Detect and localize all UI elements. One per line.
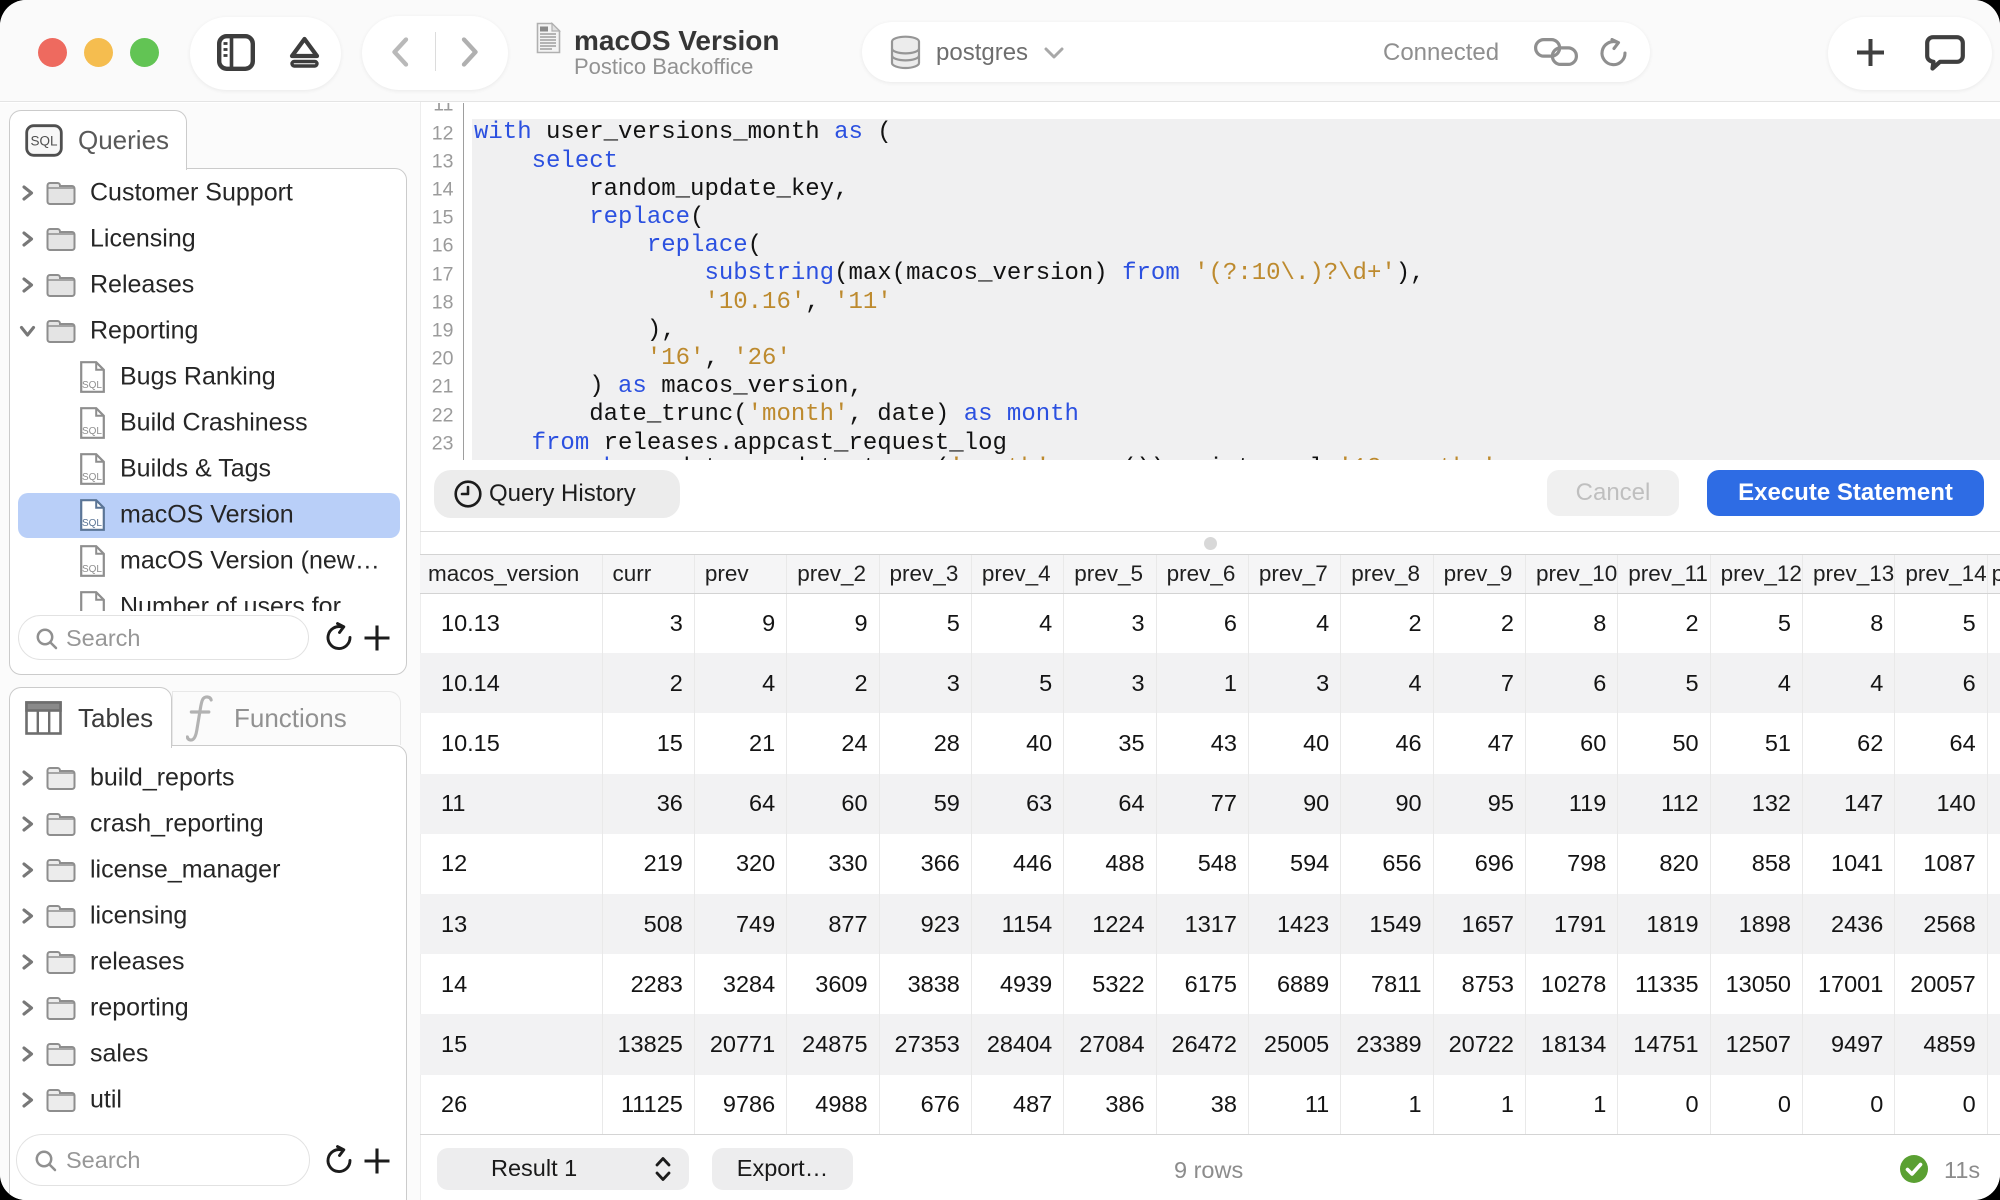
svg-text:SQL: SQL <box>82 564 102 575</box>
svg-text:SQL: SQL <box>82 610 102 611</box>
svg-text:SQL: SQL <box>82 426 102 437</box>
svg-text:SQL: SQL <box>30 134 58 149</box>
svg-text:SQL: SQL <box>82 380 102 391</box>
svg-text:SQL: SQL <box>82 472 102 483</box>
svg-text:SQL: SQL <box>82 518 102 529</box>
